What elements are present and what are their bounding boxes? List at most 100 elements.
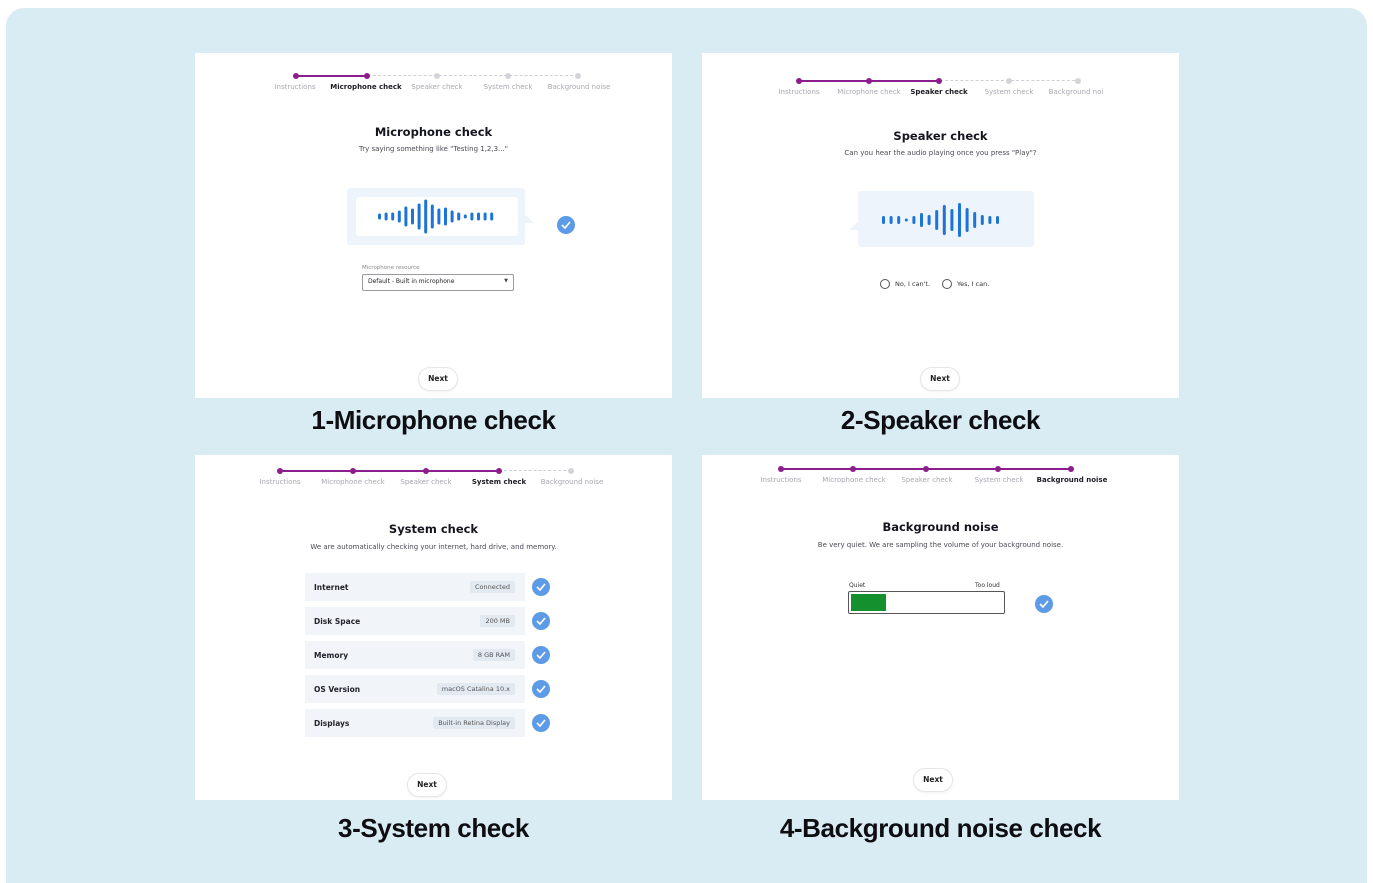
step-microphone-check[interactable]: Microphone check (822, 476, 885, 484)
caption-microphone-check: 1-Microphone check (311, 405, 556, 435)
step-background-noise[interactable]: Background noise (548, 83, 611, 91)
step-dot (778, 466, 784, 472)
step-dot (568, 468, 574, 474)
meter-label-quiet: Quiet (849, 582, 866, 589)
progress-remaining (499, 470, 571, 471)
check-icon (532, 646, 550, 664)
radio-no[interactable] (880, 279, 890, 289)
step-progress: Instructions Microphone check Speaker ch… (195, 455, 672, 495)
step-background-noise[interactable]: Background noise (1037, 476, 1108, 484)
waveform-icon (882, 203, 999, 237)
check-icon (532, 578, 550, 596)
step-dot (364, 73, 370, 79)
system-row-disk-space: Disk Space 200 MB (305, 607, 525, 635)
step-dot (496, 468, 502, 474)
select-value: Default - Built in microphone (368, 278, 455, 285)
page-subtitle: Be very quiet. We are sampling the volum… (817, 541, 1064, 549)
microphone-select[interactable]: Default - Built in microphone ▼ (362, 274, 514, 291)
waveform-bubble (347, 188, 534, 245)
step-instructions[interactable]: Instructions (259, 478, 300, 486)
step-progress: Instructions Microphone check Speaker ch… (195, 53, 672, 93)
step-microphone-check[interactable]: Microphone check (321, 478, 384, 486)
step-instructions[interactable]: Instructions (274, 83, 315, 91)
step-dot (1068, 466, 1074, 472)
step-system-check[interactable]: System check (472, 478, 526, 486)
progress-complete (280, 470, 499, 472)
row-key: Internet (314, 583, 349, 592)
step-instructions[interactable]: Instructions (760, 476, 801, 484)
waveform-bubble (849, 191, 1034, 247)
step-background-noise[interactable]: Background noi (1049, 88, 1104, 96)
radio-yes-label: Yes, I can. (957, 280, 990, 288)
waveform-icon (378, 199, 494, 234)
caption-speaker-check: 2-Speaker check (840, 405, 1041, 435)
system-row-displays: Displays Built-in Retina Display (305, 709, 525, 737)
step-dot (866, 78, 872, 84)
step-dot (923, 466, 929, 472)
check-icon (557, 216, 575, 234)
system-row-memory: Memory 8 GB RAM (305, 641, 525, 669)
system-check-screen: Instructions Microphone check Speaker ch… (195, 455, 672, 800)
caption-system-check: 3-System check (338, 813, 529, 843)
row-value: Connected (469, 581, 515, 593)
step-dot (850, 466, 856, 472)
background-noise-screen: Instructions Microphone check Speaker ch… (702, 455, 1179, 800)
row-value: Built-in Retina Display (433, 717, 515, 729)
radio-no-label: No, I can't. (895, 280, 931, 288)
step-system-check[interactable]: System check (975, 476, 1024, 484)
bubble-tail (849, 221, 859, 230)
step-microphone-check[interactable]: Microphone check (330, 83, 401, 91)
next-button[interactable]: Next (418, 367, 458, 391)
step-dot (575, 73, 581, 79)
noise-meter-fill (851, 594, 886, 611)
row-key: OS Version (314, 685, 361, 694)
page-title: Background noise (882, 520, 999, 534)
step-speaker-check[interactable]: Speaker check (901, 476, 952, 484)
page-title: System check (388, 522, 479, 536)
page-title: Microphone check (374, 125, 493, 139)
step-system-check[interactable]: System check (484, 83, 533, 91)
step-progress: Instructions Microphone check Speaker ch… (702, 53, 1179, 96)
page-subtitle: Try saying something like "Testing 1,2,3… (359, 145, 508, 153)
next-button[interactable]: Next (913, 768, 953, 792)
step-progress: Instructions Microphone check Speaker ch… (702, 455, 1179, 495)
bubble-tail (524, 214, 534, 223)
progress-remaining (368, 75, 578, 76)
step-dot (936, 78, 942, 84)
step-dot (434, 73, 440, 79)
step-microphone-check[interactable]: Microphone check (837, 88, 900, 96)
step-dot (350, 468, 356, 474)
row-value: 8 GB RAM (472, 649, 515, 661)
row-value: 200 MB (480, 615, 515, 627)
step-instructions[interactable]: Instructions (778, 88, 819, 96)
chevron-down-icon: ▼ (504, 278, 508, 284)
next-button[interactable]: Next (407, 773, 447, 797)
step-dot (423, 468, 429, 474)
check-icon (532, 714, 550, 732)
step-speaker-check[interactable]: Speaker check (411, 83, 462, 91)
row-key: Displays (314, 719, 350, 728)
progress-complete (296, 75, 368, 77)
radio-yes[interactable] (942, 279, 952, 289)
showcase-background: Instructions Microphone check Speaker ch… (6, 8, 1367, 883)
row-key: Disk Space (314, 617, 361, 626)
row-value: macOS Catalina 10.x (436, 683, 515, 695)
step-speaker-check[interactable]: Speaker check (910, 88, 967, 96)
caption-background-noise-check: 4-Background noise check (779, 813, 1102, 843)
step-speaker-check[interactable]: Speaker check (400, 478, 451, 486)
next-button[interactable]: Next (920, 367, 960, 391)
noise-meter (848, 591, 1005, 614)
microphone-check-screen: Instructions Microphone check Speaker ch… (195, 53, 672, 398)
row-key: Memory (314, 651, 349, 660)
system-row-internet: Internet Connected (305, 573, 525, 601)
page-title: Speaker check (893, 129, 988, 143)
step-background-noise[interactable]: Background noise (541, 478, 604, 486)
meter-label-too-loud: Too loud (975, 582, 1000, 589)
page-subtitle: We are automatically checking your inter… (310, 543, 557, 551)
page-subtitle: Can you hear the audio playing once you … (844, 149, 1037, 157)
system-row-os-version: OS Version macOS Catalina 10.x (305, 675, 525, 703)
step-dot (277, 468, 283, 474)
step-system-check[interactable]: System check (985, 88, 1034, 96)
step-dot (293, 73, 299, 79)
waveform-card (356, 197, 518, 236)
